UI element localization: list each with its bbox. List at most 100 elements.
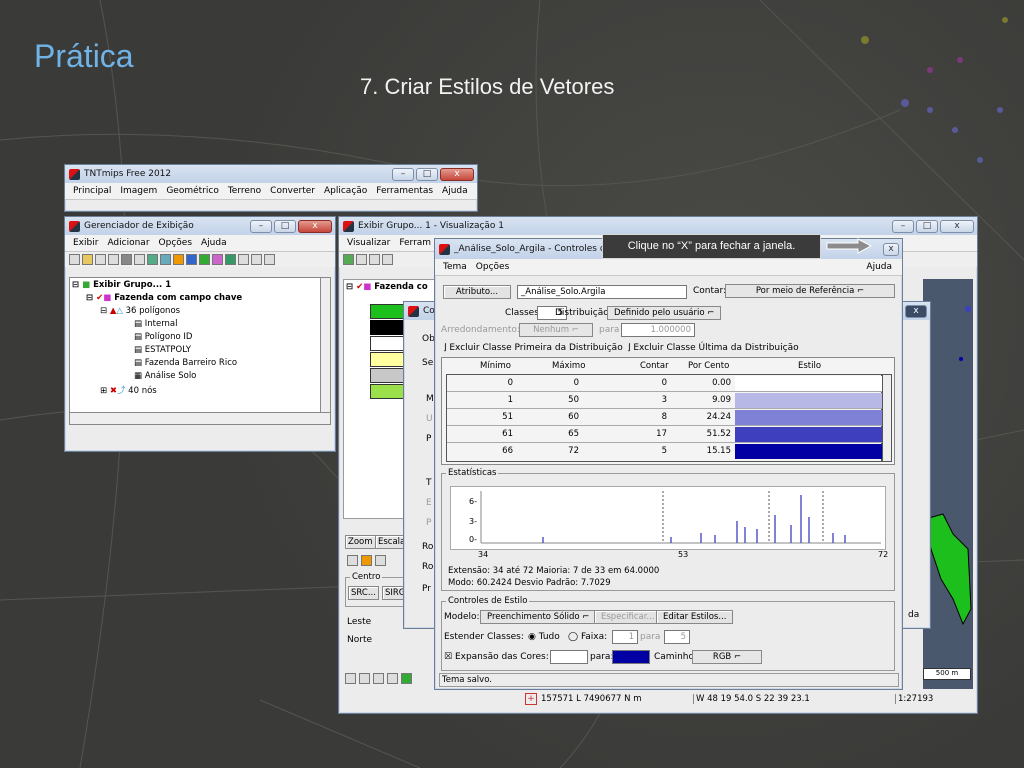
maximize-button[interactable]: □ — [916, 219, 938, 233]
row-min[interactable]: 1 — [447, 395, 513, 405]
menu-imagem[interactable]: Imagem — [120, 186, 157, 196]
tudo-radio[interactable]: ◉ Tudo — [528, 632, 560, 642]
editar-estilos-button[interactable]: Editar Estilos... — [656, 610, 734, 624]
row-max[interactable]: 0 — [517, 378, 579, 388]
row-style-swatch[interactable] — [735, 393, 883, 408]
zoom-out-icon[interactable] — [361, 555, 372, 566]
table-row[interactable]: 51 60 8 24.24 — [447, 409, 883, 426]
color-from-swatch[interactable] — [550, 650, 588, 664]
layout-icon[interactable] — [401, 673, 412, 684]
maximize-button[interactable]: □ — [416, 167, 438, 181]
faixa-from-field[interactable]: 1 — [612, 630, 638, 644]
excluir-primeira-toggle[interactable]: ⌋ Excluir Classe Primeira da Distribuiçã… — [443, 343, 623, 353]
menu-opcoes[interactable]: Opções — [476, 262, 509, 272]
zoom-in-icon[interactable] — [359, 673, 370, 684]
close-button[interactable]: x — [298, 219, 332, 233]
tree-polygons-item[interactable]: ⊟ ▲△ 36 polígonos — [100, 306, 180, 316]
caminho-select[interactable]: RGB — [692, 650, 762, 664]
menu-exibir[interactable]: Exibir — [73, 238, 98, 248]
menu-terreno[interactable]: Terreno — [228, 186, 261, 196]
search-icon[interactable] — [387, 673, 398, 684]
tab-zoom[interactable]: Zoom — [345, 535, 376, 549]
tree-hscrollbar[interactable] — [70, 412, 330, 424]
distribuicao-select[interactable]: Definido pelo usuário — [607, 306, 722, 320]
especificar-button[interactable]: Especificar... — [594, 610, 662, 624]
menu-opcoes[interactable]: Opções — [159, 238, 192, 248]
class-table-scrollbar[interactable] — [882, 374, 892, 462]
shape-icon[interactable] — [160, 254, 171, 265]
save-icon[interactable] — [95, 254, 106, 265]
raster-icon[interactable] — [121, 254, 132, 265]
tree-table-analise-solo[interactable]: ▦ Análise Solo — [134, 371, 196, 381]
tree-scrollbar[interactable] — [320, 278, 330, 412]
display-manager-titlebar[interactable]: Gerenciador de Exibição – □ x — [65, 217, 335, 235]
database-icon[interactable] — [199, 254, 210, 265]
row-max[interactable]: 65 — [517, 429, 579, 439]
table-row[interactable]: 66 72 5 15.15 — [447, 443, 883, 461]
menu-ferramentas[interactable]: Ferramentas — [376, 186, 433, 196]
menu-principal[interactable]: Principal — [73, 186, 111, 196]
sketch-icon[interactable] — [238, 254, 249, 265]
tree-table-polygon-id[interactable]: ▤ Polígono ID — [134, 332, 192, 342]
faixa-radio[interactable]: ◯ Faixa: — [568, 632, 607, 642]
vector-icon[interactable] — [134, 254, 145, 265]
row-style-swatch[interactable] — [735, 444, 883, 459]
row-min[interactable]: 61 — [447, 429, 513, 439]
menu-visualizar[interactable]: Visualizar — [347, 238, 390, 248]
close-button[interactable]: x — [440, 167, 474, 181]
tree-layer-item[interactable]: ⊟ ✔■ Fazenda com campo chave — [86, 293, 242, 303]
modelo-select[interactable]: Preenchimento Sólido — [480, 610, 597, 624]
zoom-box-icon[interactable] — [375, 555, 386, 566]
legend-icon[interactable] — [251, 254, 262, 265]
tree-table-internal[interactable]: ▤ Internal — [134, 319, 178, 329]
tree-group-item[interactable]: ⊟ ■ Exibir Grupo... 1 — [72, 280, 171, 290]
view-window-titlebar[interactable]: Exibir Grupo... 1 - Visualização 1 – □ x — [339, 217, 977, 235]
menu-ajuda[interactable]: Ajuda — [866, 262, 892, 272]
menu-tema[interactable]: Tema — [443, 262, 467, 272]
binoculars-icon[interactable] — [382, 254, 393, 265]
grid-icon[interactable] — [345, 673, 356, 684]
tree-table-estatpoly[interactable]: ▤ ESTATPOLY — [134, 345, 191, 355]
row-min[interactable]: 66 — [447, 446, 513, 456]
table-row[interactable]: 61 65 17 51.52 — [447, 426, 883, 443]
menu-ferramentas[interactable]: Ferram — [399, 238, 431, 248]
faixa-to-field[interactable]: 5 — [664, 630, 690, 644]
src-button[interactable]: SRC... — [348, 586, 379, 600]
color-to-swatch[interactable] — [612, 650, 650, 664]
row-style-swatch[interactable] — [735, 410, 883, 425]
row-min[interactable]: 0 — [447, 378, 513, 388]
grid-icon[interactable] — [212, 254, 223, 265]
row-style-swatch[interactable] — [735, 427, 883, 442]
row-max[interactable]: 50 — [517, 395, 579, 405]
menu-aplicacao[interactable]: Aplicação — [324, 186, 367, 196]
atributo-button[interactable]: Atributo... — [443, 285, 511, 299]
new-icon[interactable] — [69, 254, 80, 265]
maximize-button[interactable]: □ — [274, 219, 296, 233]
expansao-toggle[interactable]: ☒ Expansão das Cores: — [444, 652, 549, 662]
redraw-icon[interactable] — [343, 254, 354, 265]
minimize-button[interactable]: – — [892, 219, 914, 233]
minimize-button[interactable]: – — [392, 167, 414, 181]
close-button[interactable]: x — [940, 219, 974, 233]
zoom-in-icon[interactable] — [347, 555, 358, 566]
menu-ajuda[interactable]: Ajuda — [442, 186, 468, 196]
layout-icon[interactable] — [225, 254, 236, 265]
excluir-ultima-toggle[interactable]: ⌋ Excluir Classe Última da Distribuição — [627, 343, 799, 353]
find-icon[interactable] — [369, 254, 380, 265]
close-button[interactable]: x — [905, 304, 927, 318]
atributo-field[interactable]: _Análise_Solo.Argila — [517, 285, 687, 299]
tin-icon[interactable] — [186, 254, 197, 265]
row-max[interactable]: 60 — [517, 412, 579, 422]
tree-nodes-item[interactable]: ⊞ ✖⤴ 40 nós — [100, 384, 157, 396]
table-icon[interactable] — [264, 254, 275, 265]
menu-geometrico[interactable]: Geométrico — [166, 186, 219, 196]
zoom-out-icon[interactable] — [373, 673, 384, 684]
tree-table-fazenda[interactable]: ▤ Fazenda Barreiro Rico — [134, 358, 237, 368]
cad-icon[interactable] — [147, 254, 158, 265]
contar-select[interactable]: Por meio de Referência — [725, 284, 895, 298]
region-icon[interactable] — [173, 254, 184, 265]
close-x-button[interactable]: x — [883, 242, 899, 256]
legend-layer-item[interactable]: ⊟ ✔■ Fazenda co — [346, 282, 428, 292]
menu-ajuda[interactable]: Ajuda — [201, 238, 227, 248]
para-field[interactable]: 1.000000 — [621, 323, 695, 337]
